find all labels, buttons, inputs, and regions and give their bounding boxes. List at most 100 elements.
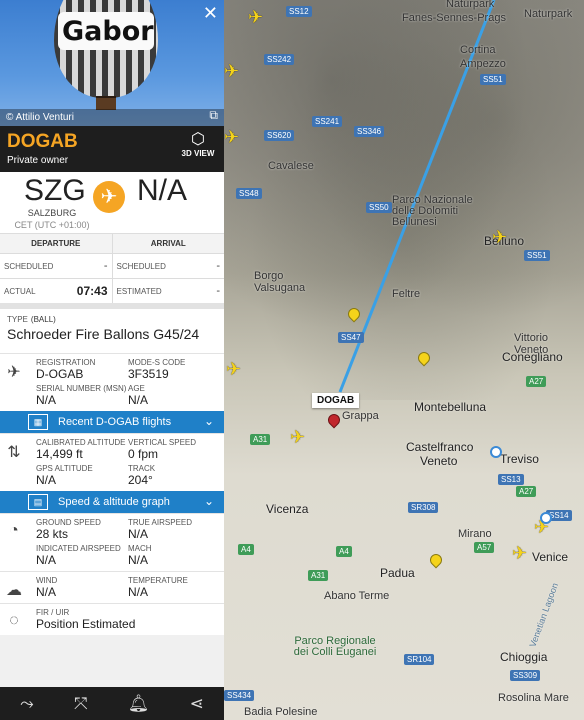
- road-shield: SS51: [480, 74, 506, 85]
- aircraft-icon[interactable]: ✈: [248, 8, 263, 26]
- photo-credit[interactable]: © Attilio Venturi: [0, 109, 224, 126]
- map-place: Mirano: [458, 528, 492, 540]
- chevron-down-icon: ⌄: [203, 494, 214, 508]
- close-icon[interactable]: ✕: [203, 4, 218, 22]
- mach-label: MACH: [128, 544, 152, 553]
- origin-code[interactable]: SZG: [24, 174, 86, 208]
- road-shield: SS434: [224, 690, 255, 701]
- true-airspeed-label: TRUE AIRSPEED: [128, 518, 193, 527]
- speedometer-icon: ◔: [9, 522, 19, 539]
- type-label: TYPE (BALL): [7, 315, 56, 324]
- graph-icon: ▤: [28, 494, 48, 510]
- fir-details: ◌ FIR / UIR Position Estimated: [0, 603, 224, 635]
- aircraft-model: Schroeder Fire Ballons G45/24: [7, 326, 200, 342]
- road-shield: SS620: [264, 130, 295, 141]
- share-icon[interactable]: ⋖: [190, 694, 204, 714]
- map-place: Conegliano: [502, 350, 563, 364]
- owner-label: Private owner: [7, 155, 69, 166]
- location-marker-icon[interactable]: [490, 446, 502, 458]
- road-shield: A31: [308, 570, 329, 581]
- scheduled-arrival-value: -: [216, 260, 220, 272]
- balloon-logo-text: Gabor: [62, 16, 154, 47]
- map-place: Venice: [532, 550, 569, 564]
- balloon-basket: [96, 96, 116, 110]
- map-place: Cortina: [460, 44, 496, 56]
- bottom-toolbar: ⤳ ⤧ 🔔︎ ⋖: [0, 687, 224, 720]
- bell-icon[interactable]: 🔔︎: [128, 694, 150, 714]
- ground-speed-value: 28 kts: [36, 527, 69, 541]
- road-shield: SS12: [286, 6, 312, 17]
- destination-code: N/A: [137, 174, 188, 207]
- selected-flight-label[interactable]: DOGAB: [312, 393, 360, 408]
- scheduled-label: SCHEDULED: [116, 261, 166, 271]
- gps-alt-label: GPS ALTITUDE: [36, 464, 93, 473]
- airplane-icon: ✈: [7, 364, 21, 381]
- road-shield: SR308: [408, 502, 439, 513]
- scheduled-label: SCHEDULED: [4, 261, 54, 271]
- map-place: Treviso: [500, 452, 539, 466]
- cube-icon: ⬡: [191, 131, 205, 148]
- road-shield: A4: [336, 546, 352, 557]
- wind-value: N/A: [36, 585, 57, 599]
- calendar-icon: ▦: [28, 414, 48, 430]
- speed-details: ◔ GROUND SPEED 28 kts TRUE AIRSPEED N/A IN…: [0, 513, 224, 571]
- estimated-label: ESTIMATED: [116, 286, 162, 296]
- aircraft-icon[interactable]: ✈: [512, 544, 527, 562]
- map-place: Chioggia: [500, 650, 548, 664]
- track-label: TRACK: [128, 464, 156, 473]
- road-shield: SS241: [312, 116, 343, 127]
- map-place: Rosolina Mare: [498, 692, 569, 704]
- callsign: DOGAB: [7, 131, 78, 152]
- aircraft-photo[interactable]: Gabor ✕ © Attilio Venturi ⧉: [0, 0, 224, 126]
- schedule-grid: DEPARTURE ARRIVAL SCHEDULED - SCHEDULED …: [0, 234, 224, 303]
- map-place: Castelfranco: [406, 440, 474, 454]
- serial-value: N/A: [36, 393, 57, 407]
- aircraft-details: ✈ REGISTRATION D-OGAB MODE-S CODE 3F3519 S…: [0, 353, 224, 411]
- aircraft-icon[interactable]: ✈: [290, 428, 305, 446]
- expand-icon[interactable]: ⤧: [74, 694, 88, 714]
- aircraft-icon[interactable]: ✈: [226, 360, 241, 378]
- plane-icon: ✈: [93, 181, 125, 213]
- scheduled-departure-value: -: [103, 260, 108, 272]
- road-shield: SR104: [404, 654, 435, 665]
- flight-map[interactable]: Naturpark Naturpark Fanes-Sennes-Prags C…: [224, 0, 584, 720]
- road-shield: SS242: [264, 54, 295, 65]
- cal-alt-label: CALIBRATED ALTITUDE: [36, 438, 126, 447]
- road-shield: SS346: [354, 126, 385, 137]
- map-place: Naturpark: [524, 8, 573, 20]
- external-link-icon[interactable]: ⧉: [209, 108, 218, 123]
- map-place: Padua: [380, 566, 415, 580]
- serial-label: SERIAL NUMBER (MSN): [36, 384, 127, 393]
- gps-alt-value: N/A: [36, 473, 57, 487]
- flight-info-panel: Gabor ✕ © Attilio Venturi ⧉ DOGAB Privat…: [0, 0, 224, 720]
- scheduled-arrival: SCHEDULED -: [112, 254, 224, 278]
- road-shield: SS47: [338, 332, 364, 343]
- altitude-details: ⇅ CALIBRATED ALTITUDE 14,499 ft VERTICAL …: [0, 433, 224, 491]
- map-place: Grappa: [342, 410, 379, 422]
- weather-details: ☁ WIND N/A TEMPERATURE N/A: [0, 571, 224, 603]
- route-icon[interactable]: ⤳: [20, 694, 34, 714]
- aircraft-icon[interactable]: ✈: [224, 128, 239, 146]
- map-place: Parco Nazionale delle Dolomiti Bellunesi: [392, 194, 473, 228]
- age-label: AGE: [128, 384, 145, 393]
- type-code: (BALL): [30, 315, 56, 324]
- aircraft-icon[interactable]: ✈: [492, 228, 507, 246]
- map-place: Parco Regionale dei Colli Euganei: [293, 635, 377, 658]
- recent-flights-button[interactable]: ▦ Recent D-OGAB flights ⌄: [0, 411, 224, 433]
- map-place: Naturpark: [446, 0, 495, 10]
- true-airspeed-value: N/A: [128, 527, 149, 541]
- departure-header: DEPARTURE: [0, 234, 112, 253]
- balloon-image: [54, 0, 158, 98]
- aircraft-icon[interactable]: ✈: [224, 62, 239, 80]
- vspeed-value: 0 fpm: [128, 447, 159, 461]
- location-marker-icon[interactable]: [540, 512, 552, 524]
- speed-altitude-graph-button[interactable]: ▤ Speed & altitude graph ⌄: [0, 491, 224, 513]
- modes-label: MODE-S CODE: [128, 358, 186, 367]
- road-shield: A4: [238, 544, 254, 555]
- road-shield: A27: [516, 486, 537, 497]
- 3d-view-button[interactable]: ⬡ 3D VIEW: [180, 131, 216, 158]
- indicated-airspeed-label: INDICATED AIRSPEED: [36, 544, 121, 553]
- graph-label: Speed & altitude graph: [58, 496, 170, 508]
- temperature-value: N/A: [128, 585, 149, 599]
- fir-value: Position Estimated: [36, 617, 136, 631]
